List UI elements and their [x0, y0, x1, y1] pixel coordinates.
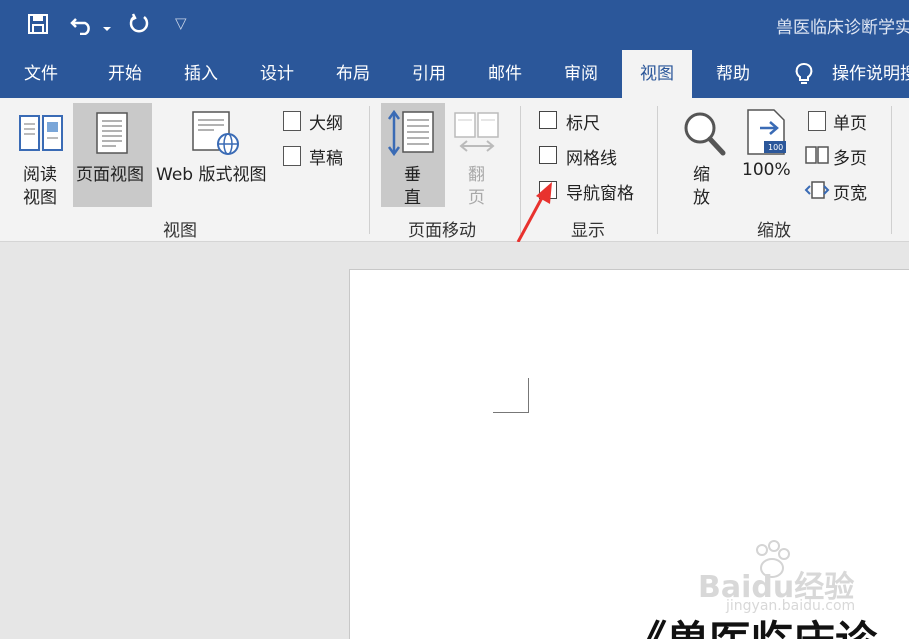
- tab-review[interactable]: 审阅: [550, 50, 612, 98]
- tab-references[interactable]: 引用: [398, 50, 460, 98]
- tab-help[interactable]: 帮助: [702, 50, 764, 98]
- customize-qat-icon[interactable]: ▽: [175, 14, 187, 32]
- vertical-scroll-icon[interactable]: [387, 109, 437, 160]
- print-layout-icon[interactable]: [96, 112, 128, 158]
- watermark-url: jingyan.baidu.com: [726, 598, 856, 614]
- one-page-button[interactable]: 单页: [833, 109, 867, 134]
- gridlines-checkbox[interactable]: [539, 146, 557, 164]
- zoom-magnifier-icon[interactable]: [682, 110, 726, 160]
- views-group-label: 视图: [163, 221, 197, 241]
- tab-layout[interactable]: 布局: [322, 50, 384, 98]
- group-divider: [369, 106, 370, 234]
- tell-me-search[interactable]: 操作说明搜: [832, 50, 909, 98]
- tab-file[interactable]: 文件: [10, 50, 72, 98]
- annotation-arrow-icon: [514, 180, 558, 248]
- hundred-percent-icon[interactable]: [746, 108, 788, 160]
- lightbulb-icon[interactable]: [794, 62, 814, 90]
- read-mode-label-2[interactable]: 视图: [23, 183, 57, 208]
- group-divider: [891, 106, 892, 234]
- gridlines-label[interactable]: 网格线: [566, 144, 617, 169]
- zoom-group-label: 缩放: [757, 221, 791, 241]
- ruler-checkbox[interactable]: [539, 111, 557, 129]
- one-page-icon[interactable]: [808, 111, 826, 131]
- web-layout-icon[interactable]: [192, 110, 240, 160]
- draft-button[interactable]: 草稿: [309, 144, 343, 169]
- page-width-icon[interactable]: [804, 181, 830, 203]
- tab-home[interactable]: 开始: [94, 50, 156, 98]
- draft-icon[interactable]: [283, 146, 301, 166]
- multiple-pages-icon[interactable]: [805, 146, 829, 168]
- vertical-label-2[interactable]: 直: [404, 183, 421, 208]
- side-to-side-label-1: 翻: [468, 165, 485, 185]
- zoom-label-2[interactable]: 放: [693, 183, 710, 208]
- document-title: 兽医临床诊断学实: [776, 18, 909, 38]
- web-layout-label[interactable]: Web 版式视图: [156, 160, 266, 185]
- margin-corner-mark: [493, 378, 529, 413]
- show-group-label: 显示: [571, 221, 605, 241]
- page-movement-group-label: 页面移动: [408, 221, 476, 241]
- group-divider: [657, 106, 658, 234]
- hundred-percent-button[interactable]: 100%: [742, 160, 791, 180]
- tab-design[interactable]: 设计: [246, 50, 308, 98]
- zoom-label-1[interactable]: 缩: [693, 160, 710, 185]
- outline-icon[interactable]: [283, 111, 301, 131]
- undo-icon[interactable]: [70, 13, 96, 39]
- page-width-button[interactable]: 页宽: [833, 179, 867, 204]
- read-mode-label-1[interactable]: 阅读: [23, 160, 57, 185]
- undo-dropdown-icon[interactable]: [102, 18, 112, 37]
- redo-icon[interactable]: [127, 12, 151, 40]
- read-mode-icon[interactable]: [17, 110, 65, 158]
- side-to-side-label-2: 页: [468, 188, 485, 208]
- print-layout-label[interactable]: 页面视图: [76, 160, 144, 185]
- navigation-pane-label[interactable]: 导航窗格: [566, 179, 634, 204]
- save-icon[interactable]: [27, 13, 49, 39]
- tab-mailings[interactable]: 邮件: [474, 50, 536, 98]
- ruler-label[interactable]: 标尺: [566, 109, 600, 134]
- side-to-side-icon[interactable]: [454, 112, 500, 160]
- hundred-percent-badge: 100: [768, 143, 784, 152]
- outline-button[interactable]: 大纲: [309, 109, 343, 134]
- tab-insert[interactable]: 插入: [170, 50, 232, 98]
- vertical-label-1[interactable]: 垂: [404, 160, 421, 185]
- tab-view[interactable]: 视图: [622, 50, 692, 98]
- multiple-pages-button[interactable]: 多页: [833, 144, 867, 169]
